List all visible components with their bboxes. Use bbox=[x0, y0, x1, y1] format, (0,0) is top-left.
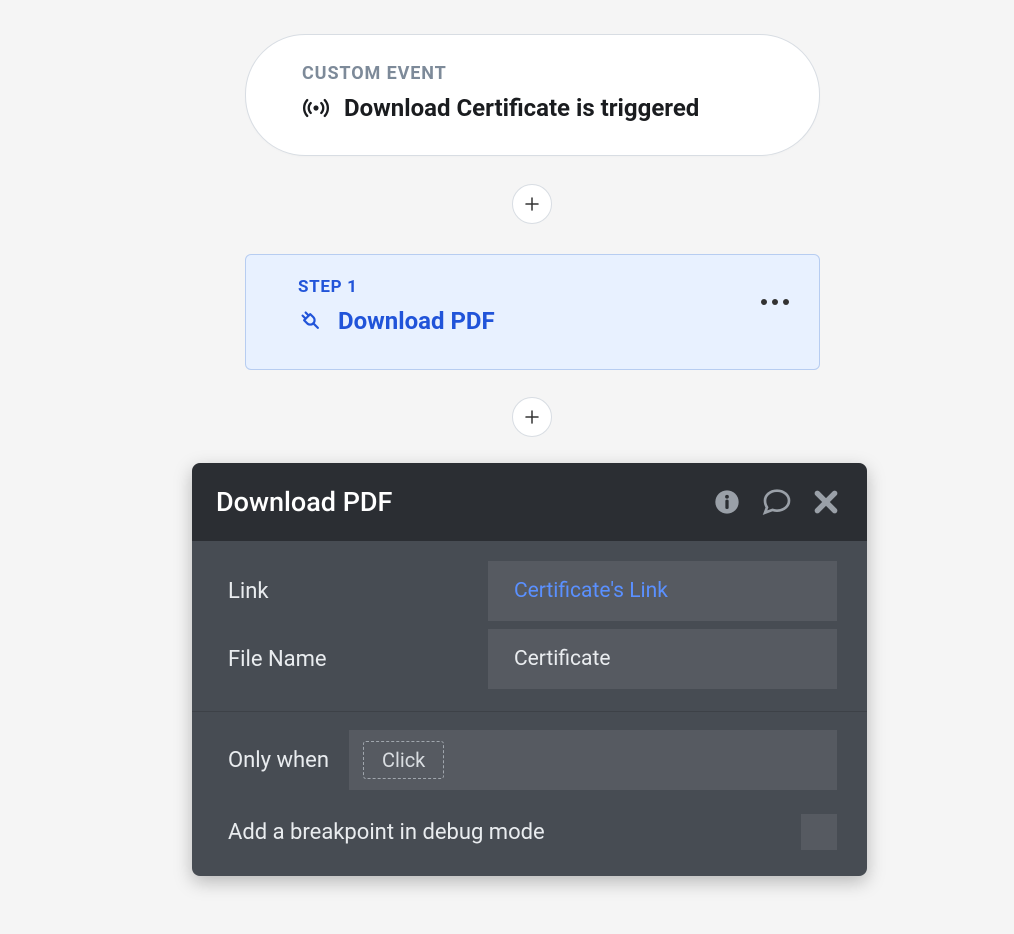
step-config-panel: Download PDF bbox=[192, 463, 867, 876]
breakpoint-label: Add a breakpoint in debug mode bbox=[228, 820, 545, 845]
close-icon[interactable] bbox=[813, 489, 839, 515]
condition-placeholder: Click bbox=[363, 741, 444, 779]
panel-header[interactable]: Download PDF bbox=[192, 463, 867, 541]
prop-input-filename[interactable]: Certificate bbox=[488, 629, 837, 689]
event-section-label: CUSTOM EVENT bbox=[302, 63, 763, 84]
breakpoint-checkbox[interactable] bbox=[801, 814, 837, 850]
add-step-button-before[interactable] bbox=[512, 184, 552, 224]
step-more-button[interactable] bbox=[761, 299, 789, 305]
comment-icon[interactable] bbox=[761, 487, 793, 517]
step-label: STEP 1 bbox=[298, 277, 785, 297]
step-title: Download PDF bbox=[338, 307, 495, 335]
event-title: Download Certificate is triggered bbox=[344, 94, 699, 122]
add-step-button-after[interactable] bbox=[512, 397, 552, 437]
panel-title: Download PDF bbox=[216, 486, 392, 518]
info-icon[interactable] bbox=[713, 488, 741, 516]
prop-label-filename: File Name bbox=[228, 647, 488, 672]
prop-value-filename: Certificate bbox=[514, 647, 610, 671]
prop-label-link: Link bbox=[228, 579, 488, 604]
prop-input-link[interactable]: Certificate's Link bbox=[488, 561, 837, 621]
plug-icon bbox=[298, 308, 324, 334]
prop-value-link: Certificate's Link bbox=[514, 579, 668, 603]
step-card[interactable]: STEP 1 Download PDF bbox=[245, 254, 820, 370]
broadcast-icon bbox=[302, 94, 330, 122]
event-card[interactable]: CUSTOM EVENT Download Certificate is tri… bbox=[245, 34, 820, 156]
condition-field[interactable]: Click bbox=[349, 730, 837, 790]
condition-label: Only when bbox=[228, 748, 329, 773]
